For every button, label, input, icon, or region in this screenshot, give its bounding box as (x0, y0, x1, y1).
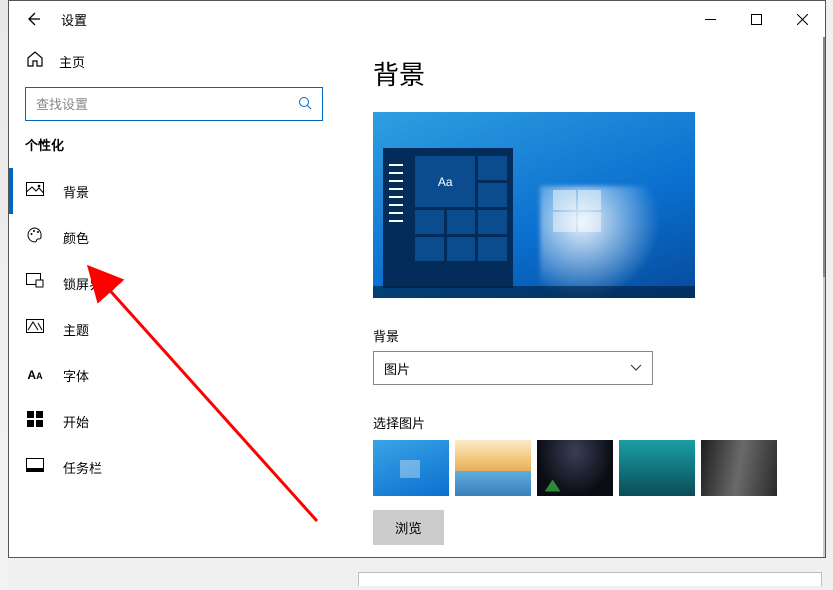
sidebar-item-background[interactable]: 背景 (9, 168, 339, 214)
window-controls (687, 3, 825, 35)
search-icon (298, 96, 312, 113)
palette-icon (25, 226, 45, 249)
back-button[interactable] (19, 5, 47, 33)
sidebar: 主页 个性化 背景 颜色 (9, 37, 339, 557)
sidebar-item-label: 背景 (63, 182, 89, 201)
sidebar-item-label: 任务栏 (63, 458, 102, 477)
chevron-down-icon (630, 361, 642, 375)
thumbnail[interactable] (619, 440, 695, 496)
sidebar-item-label: 锁屏界面 (63, 274, 115, 293)
maximize-icon (751, 14, 762, 25)
thumbnail[interactable] (373, 440, 449, 496)
home-label: 主页 (59, 52, 85, 71)
sidebar-item-label: 开始 (63, 412, 89, 431)
background-dropdown[interactable]: 图片 (373, 351, 653, 385)
image-thumbnails (373, 440, 791, 496)
lockscreen-icon (25, 273, 45, 293)
choose-image-label: 选择图片 (373, 413, 791, 432)
arrow-left-icon (25, 11, 41, 27)
sidebar-item-fonts[interactable]: AA 字体 (9, 352, 339, 398)
sidebar-item-themes[interactable]: 主题 (9, 306, 339, 352)
picture-icon (25, 182, 45, 201)
content-pane: 背景 Aa (339, 37, 825, 557)
close-icon (797, 14, 808, 25)
page-title: 背景 (373, 55, 791, 92)
sidebar-item-label: 颜色 (63, 228, 89, 247)
dropdown-value: 图片 (384, 359, 410, 378)
sidebar-item-start[interactable]: 开始 (9, 398, 339, 444)
search-input[interactable] (36, 97, 298, 112)
desktop-preview: Aa (373, 112, 695, 298)
windows-logo-icon (553, 190, 601, 232)
fonts-icon: AA (25, 368, 45, 382)
start-menu-preview: Aa (383, 148, 513, 288)
settings-window: 设置 主页 (8, 0, 826, 558)
browse-button[interactable]: 浏览 (373, 510, 444, 545)
sidebar-item-taskbar[interactable]: 任务栏 (9, 444, 339, 490)
background-label: 背景 (373, 326, 791, 345)
themes-icon (25, 319, 45, 339)
home-icon (25, 50, 45, 73)
section-title: 个性化 (25, 135, 339, 154)
thumbnail[interactable] (701, 440, 777, 496)
left-window-chrome (0, 0, 8, 590)
minimize-button[interactable] (687, 3, 733, 35)
taskbar-icon (25, 458, 45, 477)
search-box[interactable] (25, 87, 323, 121)
window-title: 设置 (61, 10, 87, 29)
sidebar-item-label: 字体 (63, 366, 89, 385)
close-button[interactable] (779, 3, 825, 35)
sidebar-item-label: 主题 (63, 320, 89, 339)
home-button[interactable]: 主页 (9, 41, 339, 81)
start-icon (25, 411, 45, 432)
minimize-icon (705, 14, 716, 25)
sidebar-item-lockscreen[interactable]: 锁屏界面 (9, 260, 339, 306)
preview-tile-text: Aa (415, 156, 475, 207)
maximize-button[interactable] (733, 3, 779, 35)
scrollbar-thumb[interactable] (823, 37, 825, 277)
titlebar: 设置 (9, 1, 825, 37)
background-window-edge (358, 572, 822, 586)
sidebar-item-colors[interactable]: 颜色 (9, 214, 339, 260)
thumbnail[interactable] (537, 440, 613, 496)
thumbnail[interactable] (455, 440, 531, 496)
